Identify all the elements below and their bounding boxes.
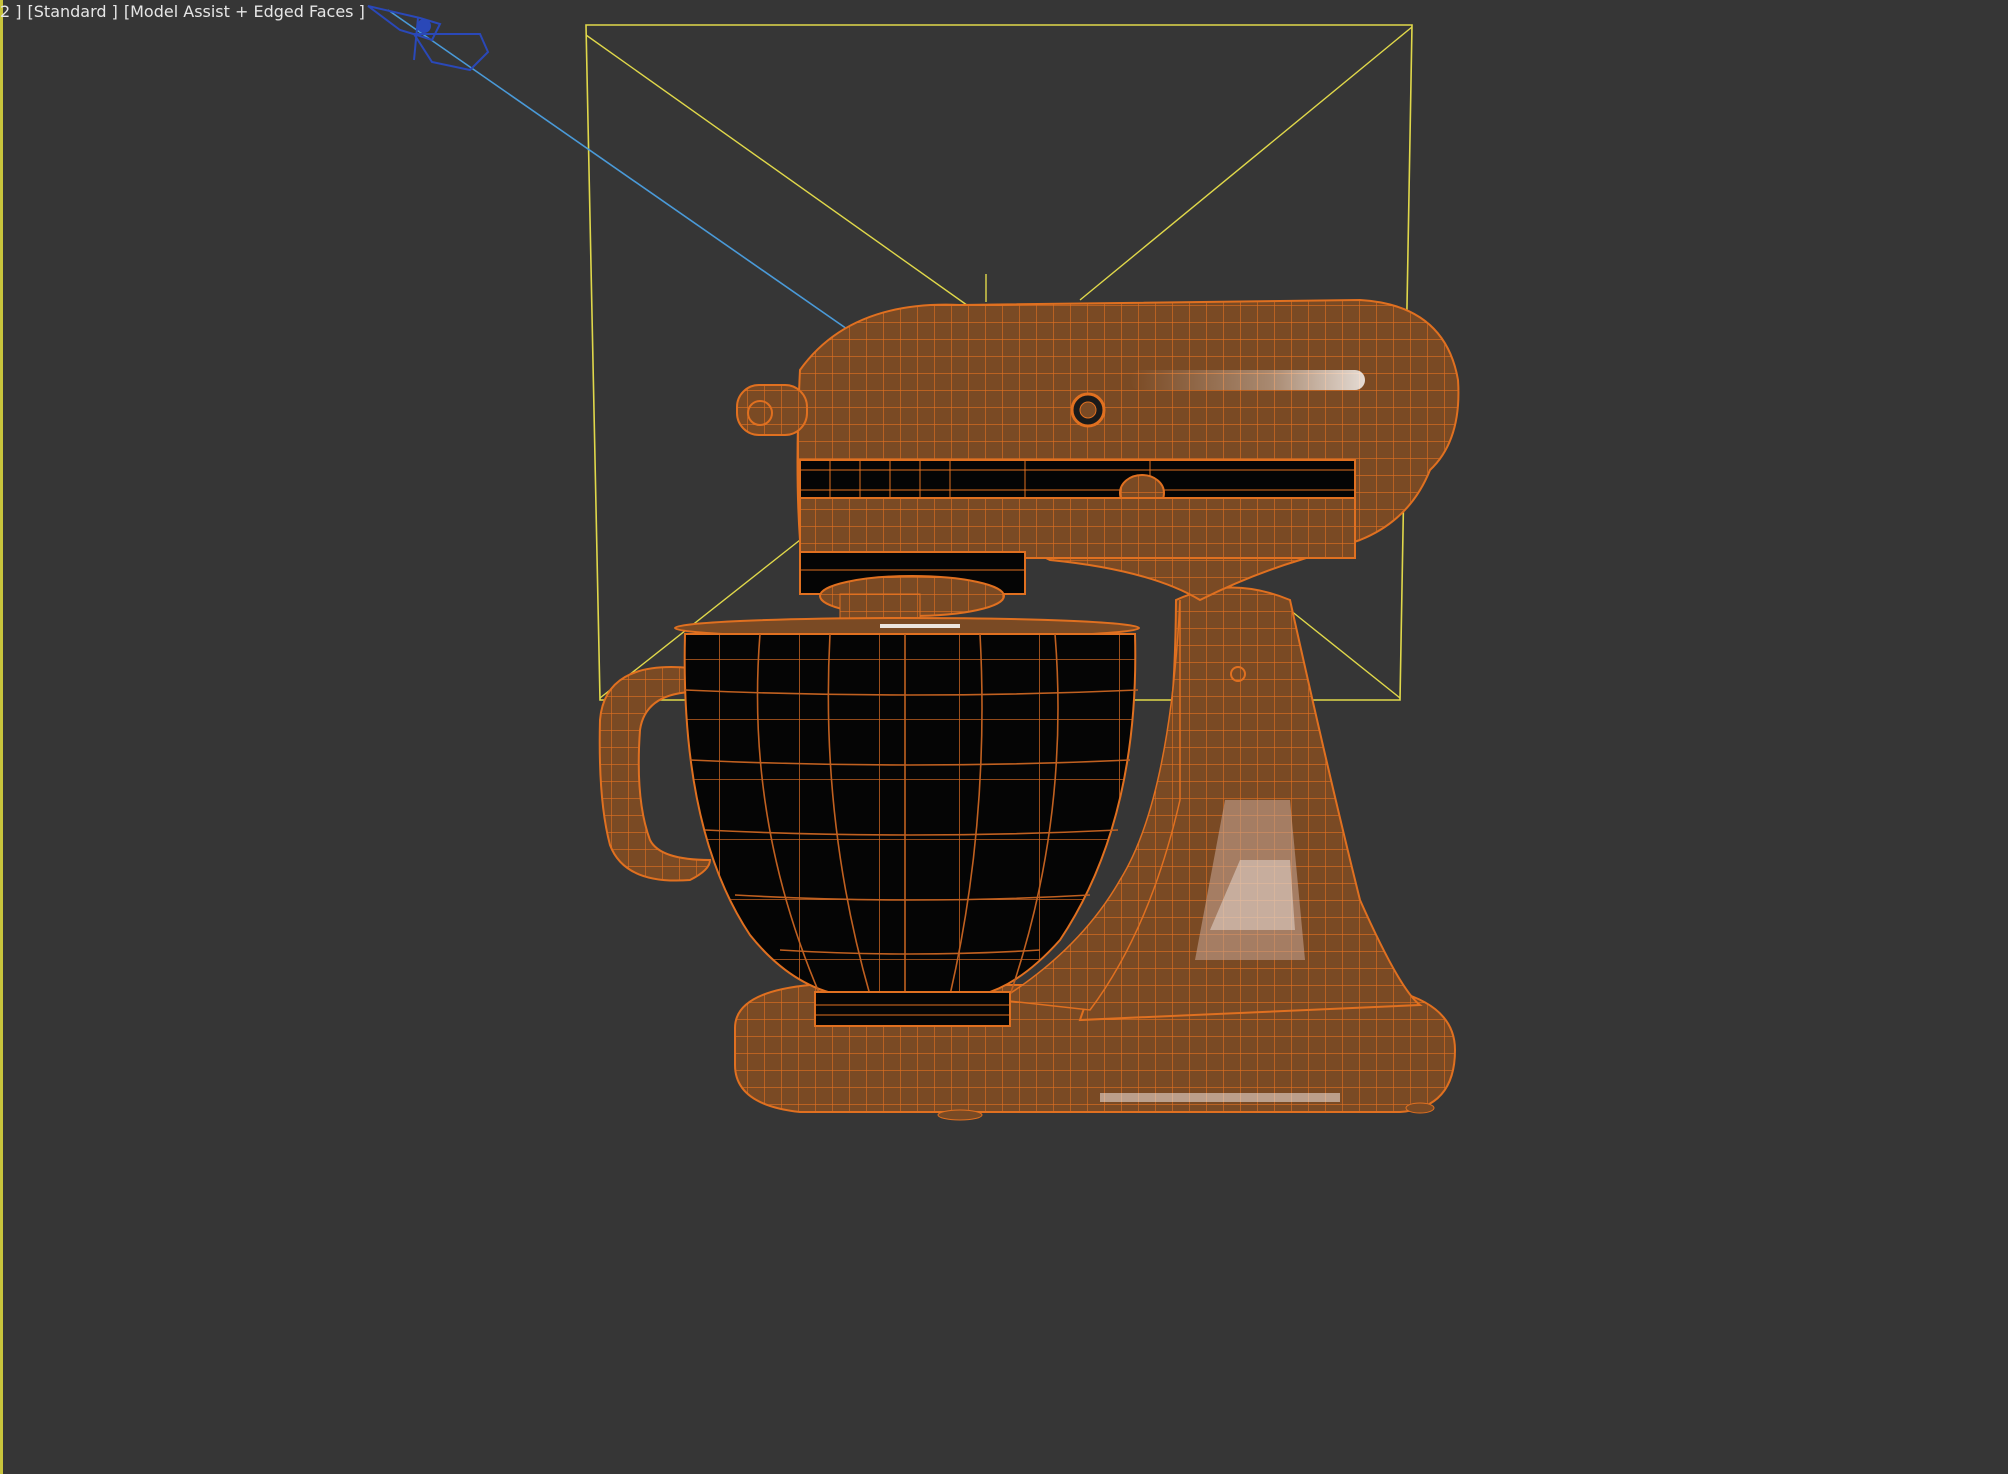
spotlight-icon[interactable] — [367, 5, 490, 72]
mixing-bowl — [683, 633, 1137, 996]
stand-mixer-model[interactable] — [598, 298, 1460, 1121]
light-target-line — [387, 9, 861, 339]
trim-band — [799, 459, 1356, 499]
perspective-viewport[interactable]: 2 ] [Standard ] [Model Assist + Edged Face… — [0, 0, 2008, 1474]
head-highlight — [1130, 370, 1365, 390]
bowl-foot — [814, 991, 1011, 1027]
scene-canvas[interactable] — [0, 0, 2008, 1474]
